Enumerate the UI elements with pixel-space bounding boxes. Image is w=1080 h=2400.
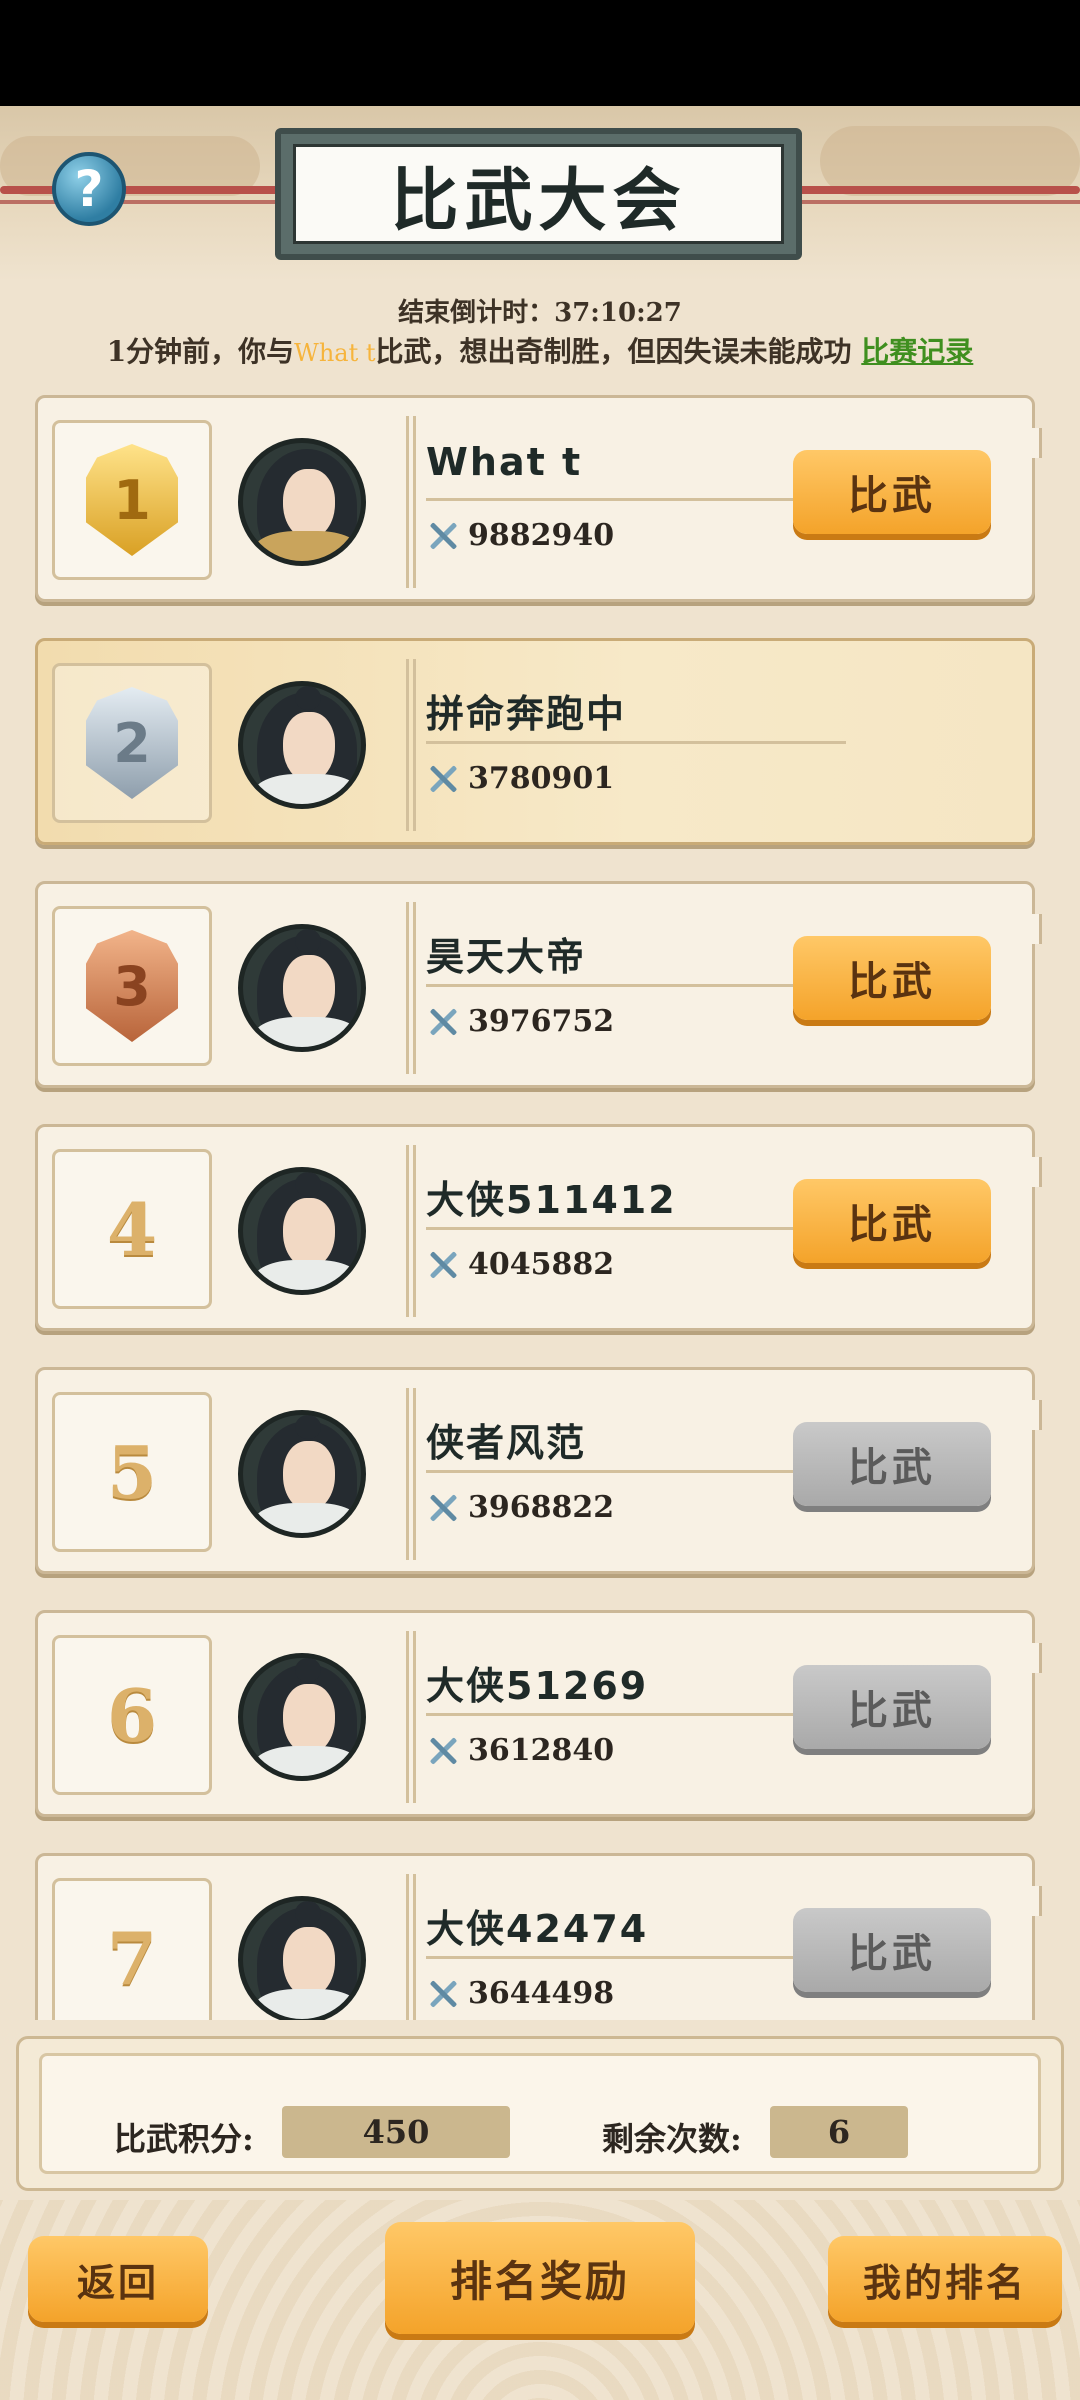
power-value: 3612840 bbox=[468, 1733, 615, 1768]
duel-button[interactable]: 比武 bbox=[793, 450, 991, 534]
player-name: 大侠42474 bbox=[426, 1907, 649, 1951]
row-notch bbox=[1025, 1643, 1042, 1673]
ranking-row: 7 大侠42474 3644498 比武 bbox=[35, 1853, 1042, 2020]
status-bar bbox=[0, 0, 1080, 106]
rank-badge: 6 bbox=[52, 1635, 212, 1795]
duel-button[interactable]: 比武 bbox=[793, 1179, 991, 1263]
power-value: 4045882 bbox=[468, 1247, 615, 1282]
row-notch bbox=[1025, 1886, 1042, 1916]
power-value: 9882940 bbox=[468, 518, 615, 553]
score-panel: 比武积分: 450 剩余次数: 6 bbox=[16, 2036, 1064, 2191]
row-notch bbox=[1025, 1157, 1042, 1187]
match-record-link[interactable]: 比赛记录 bbox=[861, 335, 973, 368]
avatar[interactable] bbox=[238, 669, 366, 819]
my-rank-button[interactable]: 我的排名 bbox=[828, 2236, 1062, 2322]
rank-badge: 4 bbox=[52, 1149, 212, 1309]
combat-power: 3968822 bbox=[426, 1490, 614, 1525]
avatar[interactable] bbox=[238, 1641, 366, 1791]
notice-suffix: 比武，想出奇制胜，但因失误未能成功 bbox=[375, 335, 862, 368]
rank-badge: 2 bbox=[52, 663, 212, 823]
bronze-medal-icon: 3 bbox=[86, 930, 178, 1042]
remaining-label: 剩余次数: bbox=[602, 2120, 742, 2158]
rank-number: 7 bbox=[106, 1915, 158, 2001]
rank-badge: 5 bbox=[52, 1392, 212, 1552]
combat-power: 4045882 bbox=[426, 1247, 614, 1282]
duel-button-disabled[interactable]: 比武 bbox=[793, 1422, 991, 1506]
divider bbox=[426, 1470, 846, 1473]
silver-medal-icon: 2 bbox=[86, 687, 178, 799]
power-value: 3968822 bbox=[468, 1490, 615, 1525]
divider bbox=[426, 984, 846, 987]
crossed-swords-icon bbox=[426, 1005, 460, 1039]
notice-prefix: 1分钟前，你与 bbox=[106, 335, 295, 368]
crossed-swords-icon bbox=[426, 762, 460, 796]
duel-button-disabled[interactable]: 比武 bbox=[793, 1908, 991, 1992]
player-name: 大侠51269 bbox=[426, 1664, 649, 1708]
crossed-swords-icon bbox=[426, 1491, 460, 1525]
player-name: 大侠511412 bbox=[426, 1178, 677, 1222]
rank-badge: 1 bbox=[52, 420, 212, 580]
points-value: 450 bbox=[282, 2106, 510, 2158]
avatar[interactable] bbox=[238, 1398, 366, 1548]
row-notch bbox=[1025, 914, 1042, 944]
ranking-list[interactable]: 1 What t 9882940 比武 2 拼命奔跑中 3780901 3 昊天… bbox=[0, 395, 1080, 2020]
crossed-swords-icon bbox=[426, 1248, 460, 1282]
avatar[interactable] bbox=[238, 1155, 366, 1305]
divider bbox=[426, 498, 846, 501]
remaining-value: 6 bbox=[770, 2106, 908, 2158]
divider bbox=[426, 1227, 846, 1230]
countdown-timer: 结束倒计时：37:10:27 bbox=[398, 298, 682, 328]
power-value: 3976752 bbox=[468, 1004, 615, 1039]
player-name: 拼命奔跑中 bbox=[426, 692, 627, 736]
title-plaque: 比武大会 bbox=[275, 128, 802, 260]
avatar[interactable] bbox=[238, 426, 366, 576]
ranking-row-self: 2 拼命奔跑中 3780901 bbox=[35, 638, 1035, 845]
crossed-swords-icon bbox=[426, 519, 460, 553]
rank-badge: 3 bbox=[52, 906, 212, 1066]
page-title: 比武大会 bbox=[293, 144, 784, 244]
duel-button[interactable]: 比武 bbox=[793, 936, 991, 1020]
gold-medal-icon: 1 bbox=[86, 444, 178, 556]
player-name: 侠者风范 bbox=[426, 1421, 587, 1465]
combat-power: 3780901 bbox=[426, 761, 614, 796]
crossed-swords-icon bbox=[426, 1734, 460, 1768]
rank-number: 5 bbox=[106, 1429, 158, 1515]
divider bbox=[426, 1956, 846, 1959]
avatar[interactable] bbox=[238, 912, 366, 1062]
ranking-row: 3 昊天大帝 3976752 比武 bbox=[35, 881, 1042, 1088]
player-name: 昊天大帝 bbox=[426, 935, 587, 979]
crossed-swords-icon bbox=[426, 1977, 460, 2011]
ranking-row: 4 大侠511412 4045882 比武 bbox=[35, 1124, 1042, 1331]
divider bbox=[426, 1713, 846, 1716]
ranking-row: 5 侠者风范 3968822 比武 bbox=[35, 1367, 1042, 1574]
combat-power: 3644498 bbox=[426, 1976, 614, 2011]
avatar[interactable] bbox=[238, 1884, 366, 2020]
row-notch bbox=[1025, 1400, 1042, 1430]
power-value: 3644498 bbox=[468, 1976, 615, 2011]
rank-number: 6 bbox=[106, 1672, 158, 1758]
combat-power: 3612840 bbox=[426, 1733, 614, 1768]
divider bbox=[426, 741, 846, 744]
combat-power: 9882940 bbox=[426, 518, 614, 553]
combat-power: 3976752 bbox=[426, 1004, 614, 1039]
ranking-row: 6 大侠51269 3612840 比武 bbox=[35, 1610, 1042, 1817]
ranking-rewards-button[interactable]: 排名奖励 bbox=[385, 2222, 695, 2334]
player-name: What t bbox=[426, 440, 583, 484]
row-notch bbox=[1025, 428, 1042, 458]
ranking-row: 1 What t 9882940 比武 bbox=[35, 395, 1042, 602]
points-label: 比武积分: bbox=[114, 2120, 254, 2158]
notice-opponent: What t bbox=[294, 339, 376, 367]
help-icon[interactable]: ? bbox=[52, 152, 126, 226]
duel-button-disabled[interactable]: 比武 bbox=[793, 1665, 991, 1749]
power-value: 3780901 bbox=[468, 761, 615, 796]
rank-badge: 7 bbox=[52, 1878, 212, 2020]
back-button[interactable]: 返回 bbox=[28, 2236, 208, 2322]
rank-number: 4 bbox=[106, 1186, 158, 1272]
battle-notice: 1分钟前，你与What t比武，想出奇制胜，但因失误未能成功 比赛记录 bbox=[0, 330, 1080, 370]
score-panel-inner: 比武积分: 450 剩余次数: 6 bbox=[39, 2053, 1041, 2174]
